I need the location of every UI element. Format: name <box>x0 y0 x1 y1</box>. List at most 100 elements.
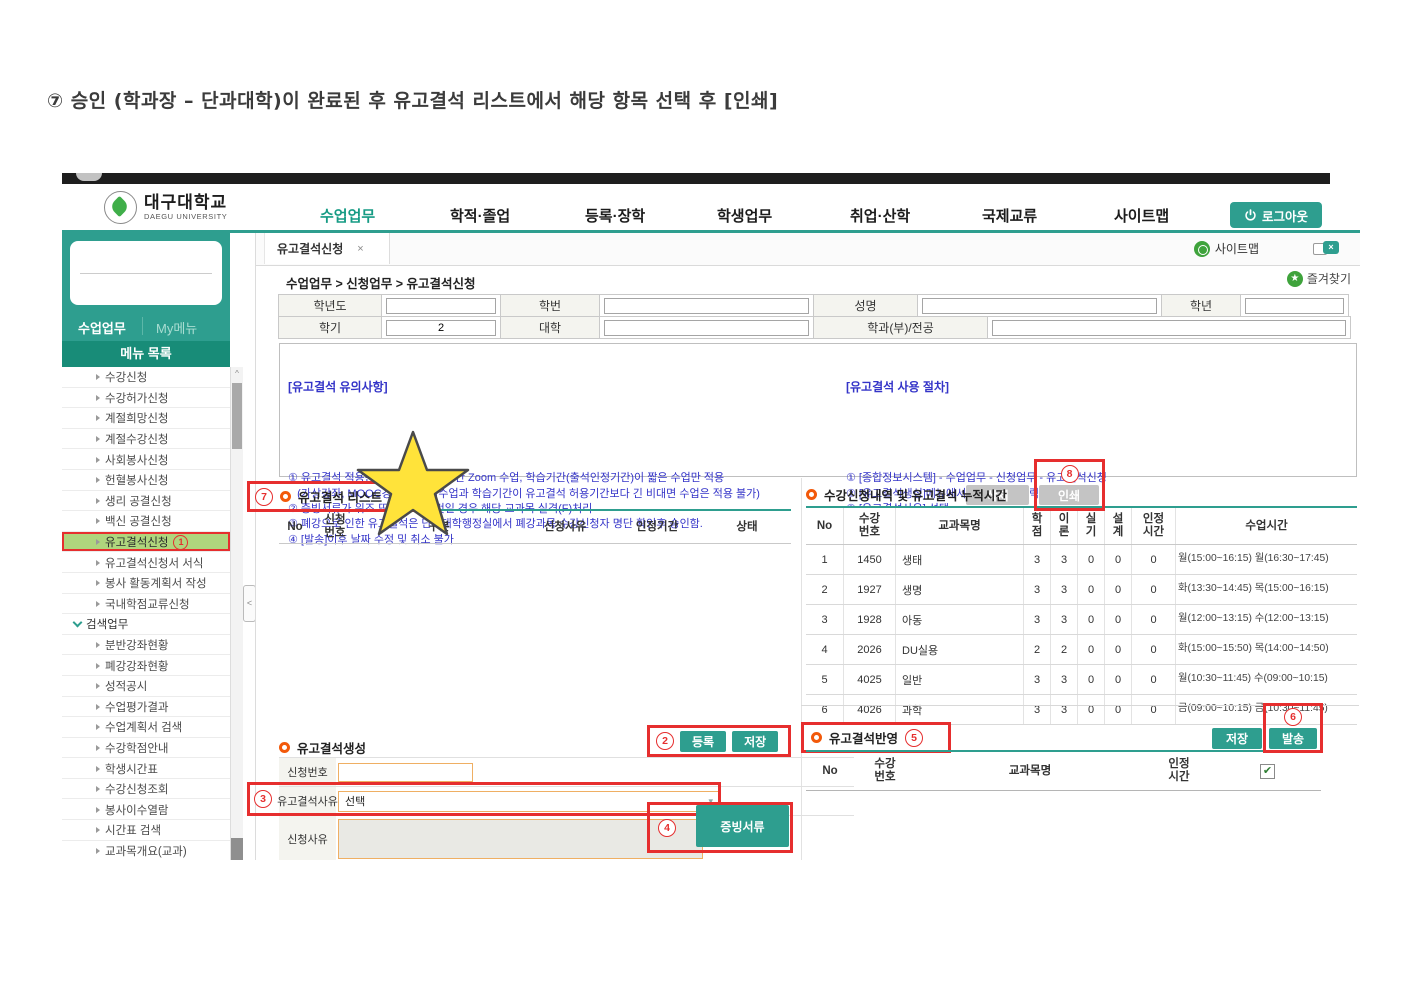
col-recognized-hours: 인정 시간 <box>1132 508 1176 544</box>
nav-item-international[interactable]: 국제교류 <box>982 205 1037 226</box>
studentno-input[interactable] <box>604 298 809 314</box>
nav-item-career[interactable]: 취업·산학 <box>850 205 910 226</box>
highlight-star <box>354 428 472 540</box>
sitemap-link[interactable]: 사이트맵 <box>1194 240 1259 257</box>
sidebar-menu-item[interactable]: 계절희망신청 <box>62 408 230 429</box>
annotation-5: 5 <box>905 729 923 747</box>
cell-course-name: 생명 <box>896 575 1024 604</box>
nav-item-sitemap[interactable]: 사이트맵 <box>1114 205 1169 226</box>
register-button[interactable]: 등록 <box>680 731 726 752</box>
semester-input[interactable] <box>386 320 496 336</box>
select-all-checkbox[interactable]: ✔ <box>1260 764 1275 779</box>
sidebar-menu-item[interactable]: 계절수강신청 <box>62 429 230 450</box>
application-number-input[interactable] <box>338 763 473 782</box>
cell-course-no: 1928 <box>844 605 896 634</box>
sidebar-menu-item[interactable]: 수업평가결과 <box>62 697 230 718</box>
enrollment-row[interactable]: 1 1450 생태 3 3 0 0 0 월(15:00~16:15) 월(16:… <box>806 545 1357 575</box>
item-arrow-icon <box>96 704 100 710</box>
annotation-badge: 1 <box>173 535 188 550</box>
enrollment-row[interactable]: 4 2026 DU실용 2 2 0 0 0 화(15:00~15:50) 목(1… <box>806 635 1357 665</box>
sidebar-menu-item[interactable]: 분반강좌현황 <box>62 635 230 656</box>
sidebar-tab-mymenu[interactable]: My메뉴 <box>156 318 197 337</box>
sidebar-menu-item[interactable]: 국내학점교류신청 <box>62 594 230 615</box>
cell-no: 3 <box>806 605 844 634</box>
favorite-button[interactable]: ★ 즐겨찾기 <box>1287 270 1351 287</box>
sidebar-menu-item[interactable]: 봉사이수열람 <box>62 799 230 820</box>
sidebar-menu-item[interactable]: 백신 공결신청 <box>62 511 230 532</box>
sidebar-menu-item[interactable]: 유고결석신청서 서식 <box>62 552 230 573</box>
year-input[interactable] <box>386 298 496 314</box>
sidebar-menu-item[interactable]: 교과목개요(교과) <box>62 841 230 860</box>
college-input[interactable] <box>604 320 809 336</box>
sidebar-menu-item[interactable]: 폐강강좌현황 <box>62 655 230 676</box>
item-arrow-icon <box>96 745 100 751</box>
sidebar-menu-item[interactable]: 성적공시 <box>62 676 230 697</box>
sidebar-menu-item[interactable]: 검색업무 <box>62 614 230 635</box>
tab-close-icon[interactable]: × <box>357 243 363 255</box>
evidence-button[interactable]: 증빙서류 <box>696 805 789 847</box>
send-button[interactable]: 발송 <box>1269 728 1317 749</box>
sidebar-menu-item[interactable]: 봉사 활동계획서 작성 <box>62 573 230 594</box>
sidebar-menu-item[interactable]: 수강학점안내 <box>62 738 230 759</box>
sidebar-menu-item[interactable]: 수업계획서 검색 <box>62 717 230 738</box>
enrollment-row[interactable]: 2 1927 생명 3 3 0 0 0 화(13:30~14:45) 목(15:… <box>806 575 1357 605</box>
nav-item-classes[interactable]: 수업업무 <box>320 205 375 226</box>
cell-design: 0 <box>1105 605 1132 634</box>
sidebar-menu-item[interactable]: 수강신청조회 <box>62 779 230 800</box>
close-all-tabs-button[interactable]: × <box>1313 241 1339 256</box>
nav-item-registration[interactable]: 등록·장학 <box>585 205 645 226</box>
grade-label: 학년 <box>1161 294 1241 317</box>
annotation-4: 4 <box>658 819 676 837</box>
semester-label: 학기 <box>278 316 382 339</box>
cell-class-time: 월(12:00~13:15) 수(12:00~13:15) <box>1176 605 1357 634</box>
sidebar-item-label: 사회봉사신청 <box>105 452 168 468</box>
cell-credit: 2 <box>1024 635 1051 664</box>
nav-item-records[interactable]: 학적·졸업 <box>450 205 510 226</box>
scrollbar-thumb[interactable] <box>232 383 242 449</box>
cell-recognized-hours: 0 <box>1132 575 1176 604</box>
name-cell <box>917 294 1162 317</box>
sidebar-item-label: 수업계획서 검색 <box>105 719 182 735</box>
col-course-name: 교과목명 <box>916 752 1144 790</box>
logo-title: 대구대학교 <box>144 194 227 212</box>
sidebar-menu-item[interactable]: 시간표 검색 <box>62 820 230 841</box>
sidebar-item-label: 유고결석신청서 서식 <box>105 555 203 571</box>
sidebar-menu-item[interactable]: 헌혈봉사신청 <box>62 470 230 491</box>
sidebar-menu-item[interactable]: 학생시간표 <box>62 758 230 779</box>
sidebar-menu-item[interactable]: 수강신청 <box>62 367 230 388</box>
sidebar-tab-classes[interactable]: 수업업무 <box>78 318 126 337</box>
application-number-label: 신청번호 <box>279 758 336 786</box>
sidebar-menu-item[interactable]: 생리 공결신청 <box>62 491 230 512</box>
item-arrow-icon <box>96 374 100 380</box>
major-input[interactable] <box>992 320 1346 336</box>
semester-cell <box>381 316 501 339</box>
name-input[interactable] <box>922 298 1157 314</box>
item-arrow-icon <box>96 663 100 669</box>
sidebar-item-label: 폐강강좌현황 <box>105 658 168 674</box>
cell-design: 0 <box>1105 635 1132 664</box>
nav-item-student-affairs[interactable]: 학생업무 <box>717 205 772 226</box>
col-no: No <box>279 511 311 543</box>
sidebar-menu-item[interactable]: 수강허가신청 <box>62 388 230 409</box>
enrollment-row[interactable]: 5 4025 일반 3 3 0 0 0 월(10:30~11:45) 수(09:… <box>806 665 1357 695</box>
sidebar-menu-item[interactable]: 사회봉사신청 <box>62 449 230 470</box>
apply-save-button[interactable]: 저장 <box>1212 728 1262 749</box>
col-no: No <box>806 752 854 790</box>
enrollment-row[interactable]: 3 1928 아동 3 3 0 0 0 월(12:00~13:15) 수(12:… <box>806 605 1357 635</box>
print-button[interactable]: 인쇄 <box>1039 485 1099 505</box>
tab-absence-application[interactable]: 유고결석신청 × <box>264 233 390 264</box>
logout-button[interactable]: 로그아웃 <box>1230 202 1322 228</box>
grade-input[interactable] <box>1245 298 1344 314</box>
item-arrow-icon <box>96 457 100 463</box>
sidebar-scrollbar[interactable]: ^ <box>230 367 243 860</box>
scrollbar-bottom[interactable] <box>231 838 243 860</box>
sidebar: 수업업무 My메뉴 메뉴 목록 수강신청 수강허가신청 <box>62 233 230 860</box>
col-course-no: 수강 번호 <box>844 508 896 544</box>
university-logo[interactable]: 대구대학교 DAEGU UNIVERSITY <box>104 191 227 224</box>
scroll-up-icon[interactable]: ^ <box>231 367 243 381</box>
sidebar-menu-item[interactable]: 유고결석신청 1 <box>62 532 230 553</box>
cell-lab: 0 <box>1078 635 1105 664</box>
apply-table: No 수강 번호 교과목명 인정 시간 ✔ <box>806 750 1321 791</box>
sidebar-item-label: 분반강좌현황 <box>105 637 168 653</box>
save-button[interactable]: 저장 <box>732 731 778 752</box>
